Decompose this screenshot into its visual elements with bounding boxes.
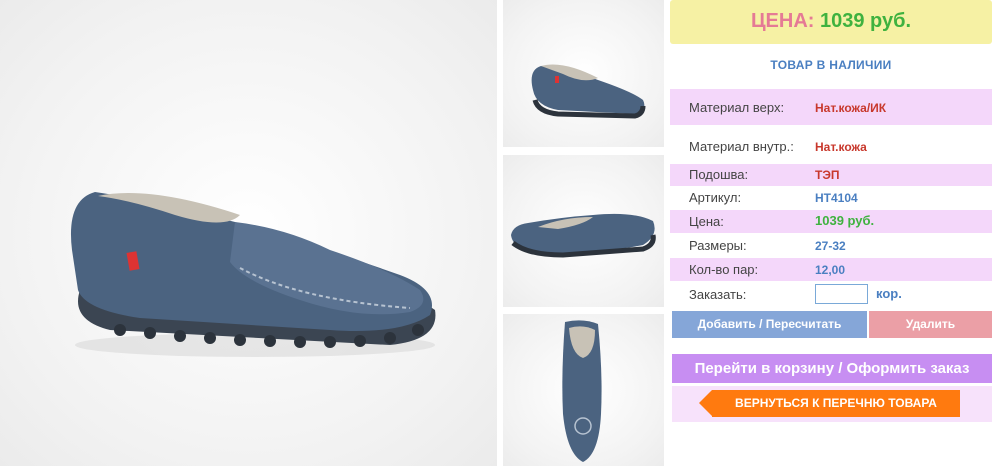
- spec-key: Артикул:: [689, 190, 742, 205]
- delete-button[interactable]: Удалить: [869, 311, 992, 338]
- thumbnail-3[interactable]: [503, 314, 664, 466]
- price-value: 1039 руб.: [820, 10, 912, 32]
- spec-value: ТЭП: [815, 168, 840, 182]
- back-to-list-label: ВЕРНУТЬСЯ К ПЕРЕЧНЮ ТОВАРА: [735, 396, 937, 410]
- order-quantity-input[interactable]: [815, 284, 868, 304]
- spec-key: Подошва:: [689, 167, 749, 182]
- order-label: Заказать:: [689, 287, 747, 302]
- spec-key: Цена:: [689, 214, 724, 229]
- spec-key: Размеры:: [689, 238, 747, 253]
- spec-row-material-inner: Материал внутр.: Нат.кожа: [670, 127, 992, 163]
- spec-key: Материал внутр.:: [689, 139, 794, 154]
- back-to-list-button[interactable]: ВЕРНУТЬСЯ К ПЕРЕЧНЮ ТОВАРА: [699, 390, 960, 417]
- spec-row-material-top: Материал верх: Нат.кожа/ИК: [670, 89, 992, 125]
- main-product-image[interactable]: [0, 0, 497, 466]
- spec-value: Нат.кожа: [815, 140, 867, 154]
- spec-row-sole: Подошва: ТЭП: [670, 164, 992, 186]
- spec-value: 27-32: [815, 239, 846, 253]
- spec-value: 1039 руб.: [815, 213, 875, 228]
- spec-value: Нат.кожа/ИК: [815, 101, 887, 115]
- spec-row-article: Артикул: НТ4104: [670, 187, 992, 209]
- stock-status: ТОВАР В НАЛИЧИИ: [770, 58, 892, 72]
- add-recalculate-button[interactable]: Добавить / Пересчитать: [672, 311, 867, 338]
- thumbnail-2[interactable]: [503, 155, 664, 307]
- product-info-panel: ЦЕНА: 1039 руб. ТОВАР В НАЛИЧИИ Материал…: [670, 0, 994, 476]
- thumbnail-1[interactable]: [503, 0, 664, 147]
- loafer-shoe-inner-view-icon: [511, 213, 656, 258]
- loafer-shoe-top-view-icon: [562, 320, 602, 462]
- spec-key: Кол-во пар:: [689, 262, 759, 277]
- back-box: ВЕРНУТЬСЯ К ПЕРЕЧНЮ ТОВАРА: [672, 386, 992, 422]
- spec-row-sizes: Размеры: 27-32: [670, 234, 992, 257]
- go-to-cart-button[interactable]: Перейти в корзину / Оформить заказ: [672, 354, 992, 383]
- price-label: ЦЕНА:: [750, 10, 815, 32]
- spec-value: НТ4104: [815, 191, 858, 205]
- spec-row-price: Цена: 1039 руб.: [670, 210, 992, 233]
- price-banner: ЦЕНА: 1039 руб.: [670, 0, 992, 44]
- loafer-shoe-side-view-icon: [531, 64, 646, 119]
- arrow-left-icon: [699, 390, 712, 416]
- spec-key: Материал верх:: [689, 100, 785, 115]
- spec-value: 12,00: [815, 263, 846, 277]
- order-unit: кор.: [876, 286, 902, 301]
- spec-row-pairs: Кол-во пар: 12,00: [670, 258, 992, 281]
- loafer-shoe-side-view-icon: [70, 192, 436, 357]
